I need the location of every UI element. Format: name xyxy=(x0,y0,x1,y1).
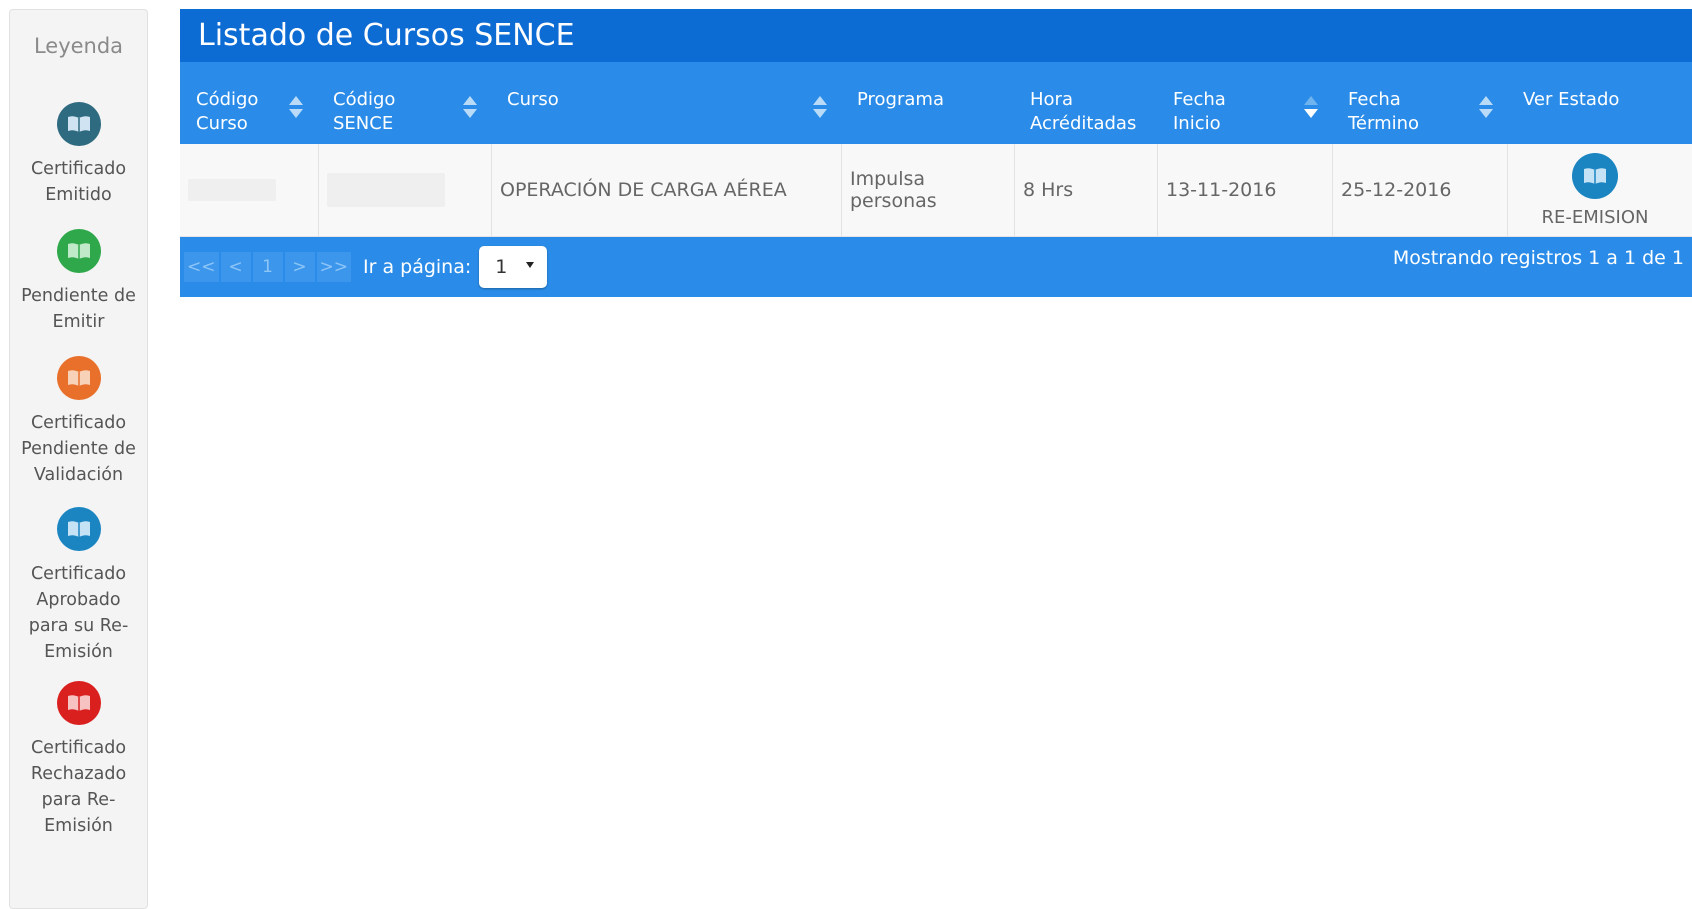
column-header-fecha-termino[interactable]: Fecha Término xyxy=(1332,62,1507,144)
column-header-curso[interactable]: Curso xyxy=(491,62,841,144)
sort-icon xyxy=(813,96,827,118)
last-page-button[interactable]: >> xyxy=(316,252,351,282)
book-icon xyxy=(56,229,101,273)
book-icon xyxy=(56,102,101,146)
legend-item-emitido: Certificado Emitido xyxy=(10,102,147,208)
legend-item-aprobado: Certificado Aprobado para su Re-Emisión xyxy=(10,507,147,665)
sort-desc-icon xyxy=(1304,96,1318,118)
column-header-ver-estado: Ver Estado xyxy=(1523,89,1620,110)
redacted-value xyxy=(327,173,445,207)
records-info: Mostrando registros 1 a 1 de 1 xyxy=(1392,247,1684,269)
column-header-programa: Programa xyxy=(857,89,944,110)
table-row: OPERACIÓN DE CARGA AÉREA Impulsa persona… xyxy=(180,144,1692,237)
page-number-button[interactable]: 1 xyxy=(252,252,283,282)
status-label: RE-EMISION xyxy=(1541,206,1649,228)
book-icon[interactable] xyxy=(1572,152,1618,199)
prev-page-button[interactable]: < xyxy=(220,252,251,282)
legend-label: Pendiente de Emitir xyxy=(21,286,136,332)
next-page-button[interactable]: > xyxy=(284,252,315,282)
cell-codigo-sence xyxy=(319,144,492,236)
legend-label: Certificado Aprobado para su Re-Emisión xyxy=(28,564,129,662)
legend-item-pendiente-emitir: Pendiente de Emitir xyxy=(10,229,147,335)
legend-label: Certificado Emitido xyxy=(30,159,127,205)
courses-panel: Listado de Cursos SENCE Código Curso Cód… xyxy=(180,9,1692,297)
cell-horas: 8 Hrs xyxy=(1015,144,1158,236)
cell-curso: OPERACIÓN DE CARGA AÉREA xyxy=(492,144,842,236)
caret-down-icon xyxy=(526,262,535,268)
book-icon xyxy=(56,681,101,725)
column-header-codigo-curso[interactable]: Código Curso xyxy=(180,62,317,144)
first-page-button[interactable]: << xyxy=(184,252,219,282)
column-header-fecha-inicio[interactable]: Fecha Inicio xyxy=(1157,62,1332,144)
legend-label: Certificado Pendiente de Validación xyxy=(21,413,136,485)
sort-icon xyxy=(289,96,303,118)
cell-codigo-curso xyxy=(180,144,319,236)
panel-title: Listado de Cursos SENCE xyxy=(180,9,1692,62)
cell-fecha-inicio: 13-11-2016 xyxy=(1158,144,1333,236)
legend-item-pendiente-validacion: Certificado Pendiente de Validación xyxy=(10,356,147,488)
redacted-value xyxy=(188,179,276,201)
book-icon xyxy=(56,507,101,551)
cell-programa: Impulsa personas xyxy=(842,144,1015,236)
legend-label: Certificado Rechazado para Re-Emisión xyxy=(30,738,127,836)
cell-ver-estado[interactable]: RE-EMISION xyxy=(1508,144,1682,236)
column-header-codigo-sence[interactable]: Código SENCE xyxy=(317,62,491,144)
book-icon xyxy=(56,356,101,400)
legend-title: Leyenda xyxy=(33,34,124,58)
sort-icon xyxy=(463,96,477,118)
legend-item-rechazado: Certificado Rechazado para Re-Emisión xyxy=(10,681,147,839)
column-header-hora: Hora Acréditadas xyxy=(1030,89,1137,134)
page-select[interactable]: 1 xyxy=(479,246,548,288)
legend-panel: Leyenda Certificado Emitido Pendiente de… xyxy=(9,9,148,909)
sort-icon xyxy=(1479,96,1493,118)
pagination-bar: << < 1 > >> Ir a página: 1 Mostrando reg… xyxy=(180,237,1692,297)
cell-fecha-termino: 25-12-2016 xyxy=(1333,144,1508,236)
table-header: Código Curso Código SENCE Curso Programa… xyxy=(180,62,1692,144)
goto-page-label: Ir a página: xyxy=(363,256,472,278)
